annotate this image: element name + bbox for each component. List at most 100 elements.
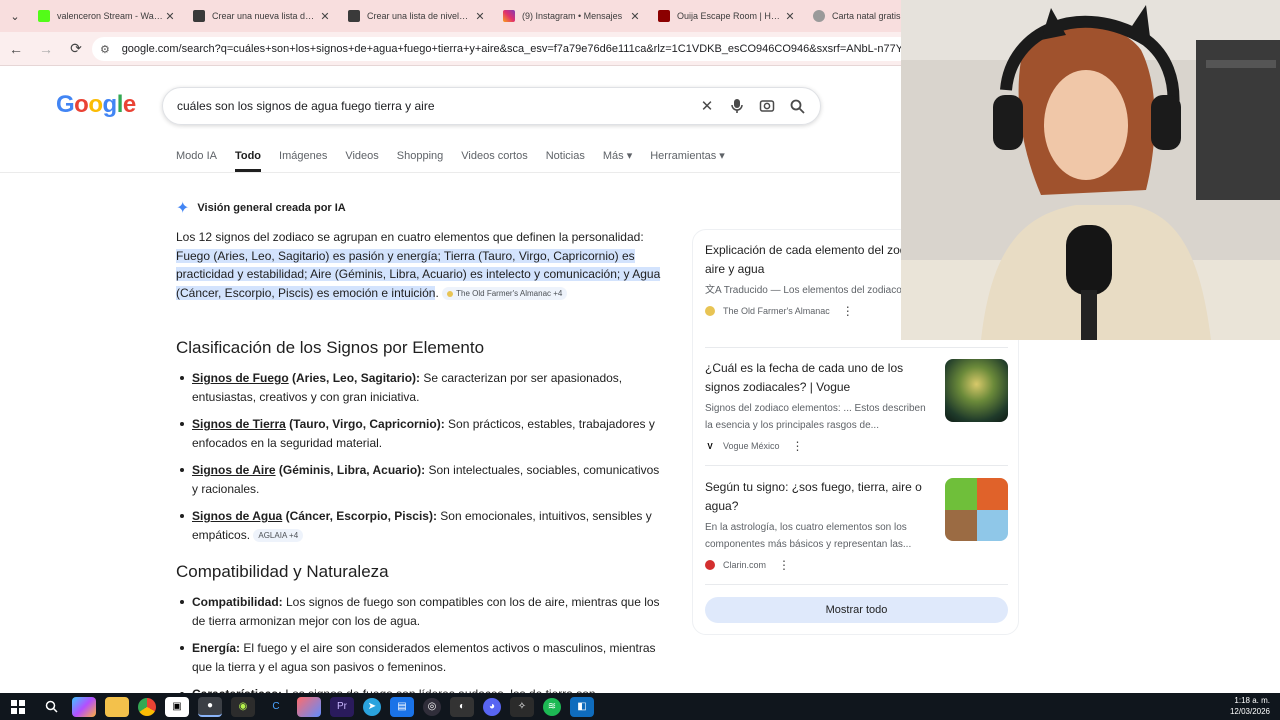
tab-title: Ouija Escape Room | Horror	[677, 11, 783, 21]
camera-lens-icon[interactable]	[752, 91, 782, 121]
source-snippet: Signos del zodiaco elementos: ... Estos …	[705, 403, 926, 431]
system-clock[interactable]: 1:18 a. m. 12/03/2026	[1230, 695, 1270, 717]
item-term: Signos de Agua	[192, 509, 283, 523]
taskbar: ▣ ● ◉ C Pr ➤ ▤ ◎ ◐ ◕ ✧ ≋ ◧ 1:18 a. m. 12…	[0, 693, 1280, 720]
section-heading: Compatibilidad y Naturaleza	[176, 562, 389, 581]
site-settings-icon[interactable]: ⚙	[100, 43, 116, 56]
premiere-icon[interactable]: Pr	[330, 696, 354, 717]
search-box[interactable]: cuáles son los signos de agua fuego tier…	[162, 87, 821, 125]
source-card[interactable]: ¿Cuál es la fecha de cada uno de los sig…	[705, 359, 1008, 466]
source-card[interactable]: Según tu signo: ¿sos fuego, tierra, aire…	[705, 478, 1008, 585]
vogue-icon: V	[707, 441, 713, 451]
browser-tab[interactable]: Ouija Escape Room | Horror ✕	[650, 0, 805, 32]
windows-start-icon[interactable]	[6, 697, 30, 717]
source-chip-label: The Old Farmer's Almanac +4	[456, 288, 563, 298]
discord-icon[interactable]: ◕	[483, 697, 501, 716]
tab-modo-ia[interactable]: Modo IA	[176, 146, 217, 172]
source-title[interactable]: Según tu signo: ¿sos fuego, tierra, aire…	[705, 478, 933, 515]
spotify-icon[interactable]: ≋	[543, 697, 561, 716]
almanac-icon	[705, 306, 715, 316]
ai-overview-intro: Los 12 signos del zodiaco se agrupan en …	[176, 228, 666, 302]
item-signs: (Cáncer, Escorpio, Piscis):	[282, 509, 437, 523]
item-text: El fuego y el aire son considerados elem…	[192, 641, 656, 674]
item-signs: (Aries, Leo, Sagitario):	[288, 371, 421, 385]
tab-noticias[interactable]: Noticias	[546, 146, 585, 172]
close-icon[interactable]: ✕	[163, 10, 177, 23]
tab-videos-cortos[interactable]: Videos cortos	[461, 146, 527, 172]
tab-shopping[interactable]: Shopping	[397, 146, 444, 172]
tab-title: valenceron Stream - Watch	[57, 11, 163, 21]
section-heading: Clasificación de los Signos por Elemento	[176, 338, 485, 357]
app-icon[interactable]: ◧	[570, 696, 594, 717]
tab-todo[interactable]: Todo	[234, 146, 262, 172]
app-icon[interactable]: ▤	[390, 696, 414, 717]
show-all-button[interactable]: Mostrar todo	[705, 597, 1008, 623]
source-thumbnail[interactable]	[945, 478, 1008, 541]
tab-title: Crear una nueva lista de niveles	[212, 11, 318, 21]
google-logo[interactable]: Google	[56, 91, 136, 119]
almanac-icon	[447, 290, 454, 297]
source-chip-label: AGLAIA +4	[258, 530, 299, 540]
source-name: Clarin.com	[723, 560, 767, 570]
browser-tab[interactable]: Crear una lista de niveles de ✕	[340, 0, 495, 32]
file-explorer-icon[interactable]	[105, 696, 129, 717]
more-vert-icon[interactable]: ⋮	[842, 304, 854, 318]
tab-mas[interactable]: Más ▾	[603, 146, 632, 172]
intro-text: Los 12 signos del zodiaco se agrupan en …	[176, 230, 644, 244]
source-name: Vogue México	[723, 441, 780, 451]
elements-list: Signos de Fuego (Aries, Leo, Sagitario):…	[176, 369, 666, 553]
app-icon[interactable]: ✧	[510, 696, 534, 717]
tab-videos[interactable]: Videos	[345, 146, 378, 172]
item-signs: (Géminis, Libra, Acuario):	[275, 463, 426, 477]
close-icon[interactable]: ✕	[783, 10, 797, 23]
tab-herramientas[interactable]: Herramientas ▾	[650, 146, 725, 172]
back-arrow-icon[interactable]: ←	[2, 35, 30, 63]
tab-search-chevron-icon[interactable]: ⌄	[0, 0, 30, 32]
source-title[interactable]: ¿Cuál es la fecha de cada uno de los sig…	[705, 359, 933, 396]
chrome-profile-icon[interactable]: ●	[198, 696, 222, 717]
source-thumbnail[interactable]	[945, 359, 1008, 422]
more-vert-icon[interactable]: ⋮	[778, 558, 790, 572]
search-input[interactable]: cuáles son los signos de agua fuego tier…	[177, 99, 692, 113]
browser-tab[interactable]: (9) Instagram • Mensajes ✕	[495, 0, 650, 32]
app-icon[interactable]: C	[264, 697, 288, 717]
more-vert-icon[interactable]: ⋮	[792, 439, 804, 453]
kick-icon	[38, 10, 50, 22]
obs-icon[interactable]: ◎	[423, 697, 441, 716]
source-name: The Old Farmer's Almanac	[723, 306, 830, 316]
microphone-icon[interactable]	[722, 91, 752, 121]
reload-icon[interactable]: ⟳	[62, 35, 90, 63]
forward-arrow-icon[interactable]: →	[32, 35, 60, 63]
item-term: Energía:	[192, 641, 241, 655]
copilot-icon[interactable]	[72, 696, 96, 717]
telegram-icon[interactable]: ➤	[363, 697, 381, 716]
address-bar[interactable]: ⚙ google.com/search?q=cuáles+son+los+sig…	[92, 37, 912, 61]
chrome-icon[interactable]	[138, 697, 156, 716]
divider	[0, 172, 900, 173]
tab-imagenes[interactable]: Imágenes	[279, 146, 327, 172]
search-icon[interactable]	[39, 697, 63, 717]
instagram-icon	[503, 10, 515, 22]
app-icon[interactable]: ◉	[231, 696, 255, 717]
app-icon[interactable]: ▣	[165, 696, 189, 717]
app-icon[interactable]: ◐	[450, 696, 474, 717]
source-chip[interactable]: AGLAIA +4	[253, 528, 304, 542]
close-icon[interactable]: ✕	[628, 10, 642, 23]
browser-tab[interactable]: Crear una nueva lista de niveles ✕	[185, 0, 340, 32]
photos-icon[interactable]	[297, 696, 321, 717]
search-icon[interactable]	[782, 91, 812, 121]
source-chip[interactable]: The Old Farmer's Almanac +4	[442, 286, 568, 300]
item-term: Signos de Tierra	[192, 417, 286, 431]
source-snippet: 文A Traducido — Los elementos del zodiaco…	[705, 285, 905, 296]
list-item: Signos de Tierra (Tauro, Virgo, Capricor…	[176, 415, 666, 452]
list-item: Signos de Agua (Cáncer, Escorpio, Piscis…	[176, 507, 666, 544]
webcam-image	[901, 0, 1280, 340]
globe-icon	[813, 10, 825, 22]
browser-tab[interactable]: valenceron Stream - Watch ✕	[30, 0, 185, 32]
source-snippet: En la astrología, los cuatro elementos s…	[705, 522, 912, 550]
clear-icon[interactable]: ✕	[692, 91, 722, 121]
tierlist-icon	[193, 10, 205, 22]
close-icon[interactable]: ✕	[318, 10, 332, 23]
close-icon[interactable]: ✕	[473, 10, 487, 23]
ai-overview-header: ✦ Visión general creada por IA	[176, 198, 346, 218]
